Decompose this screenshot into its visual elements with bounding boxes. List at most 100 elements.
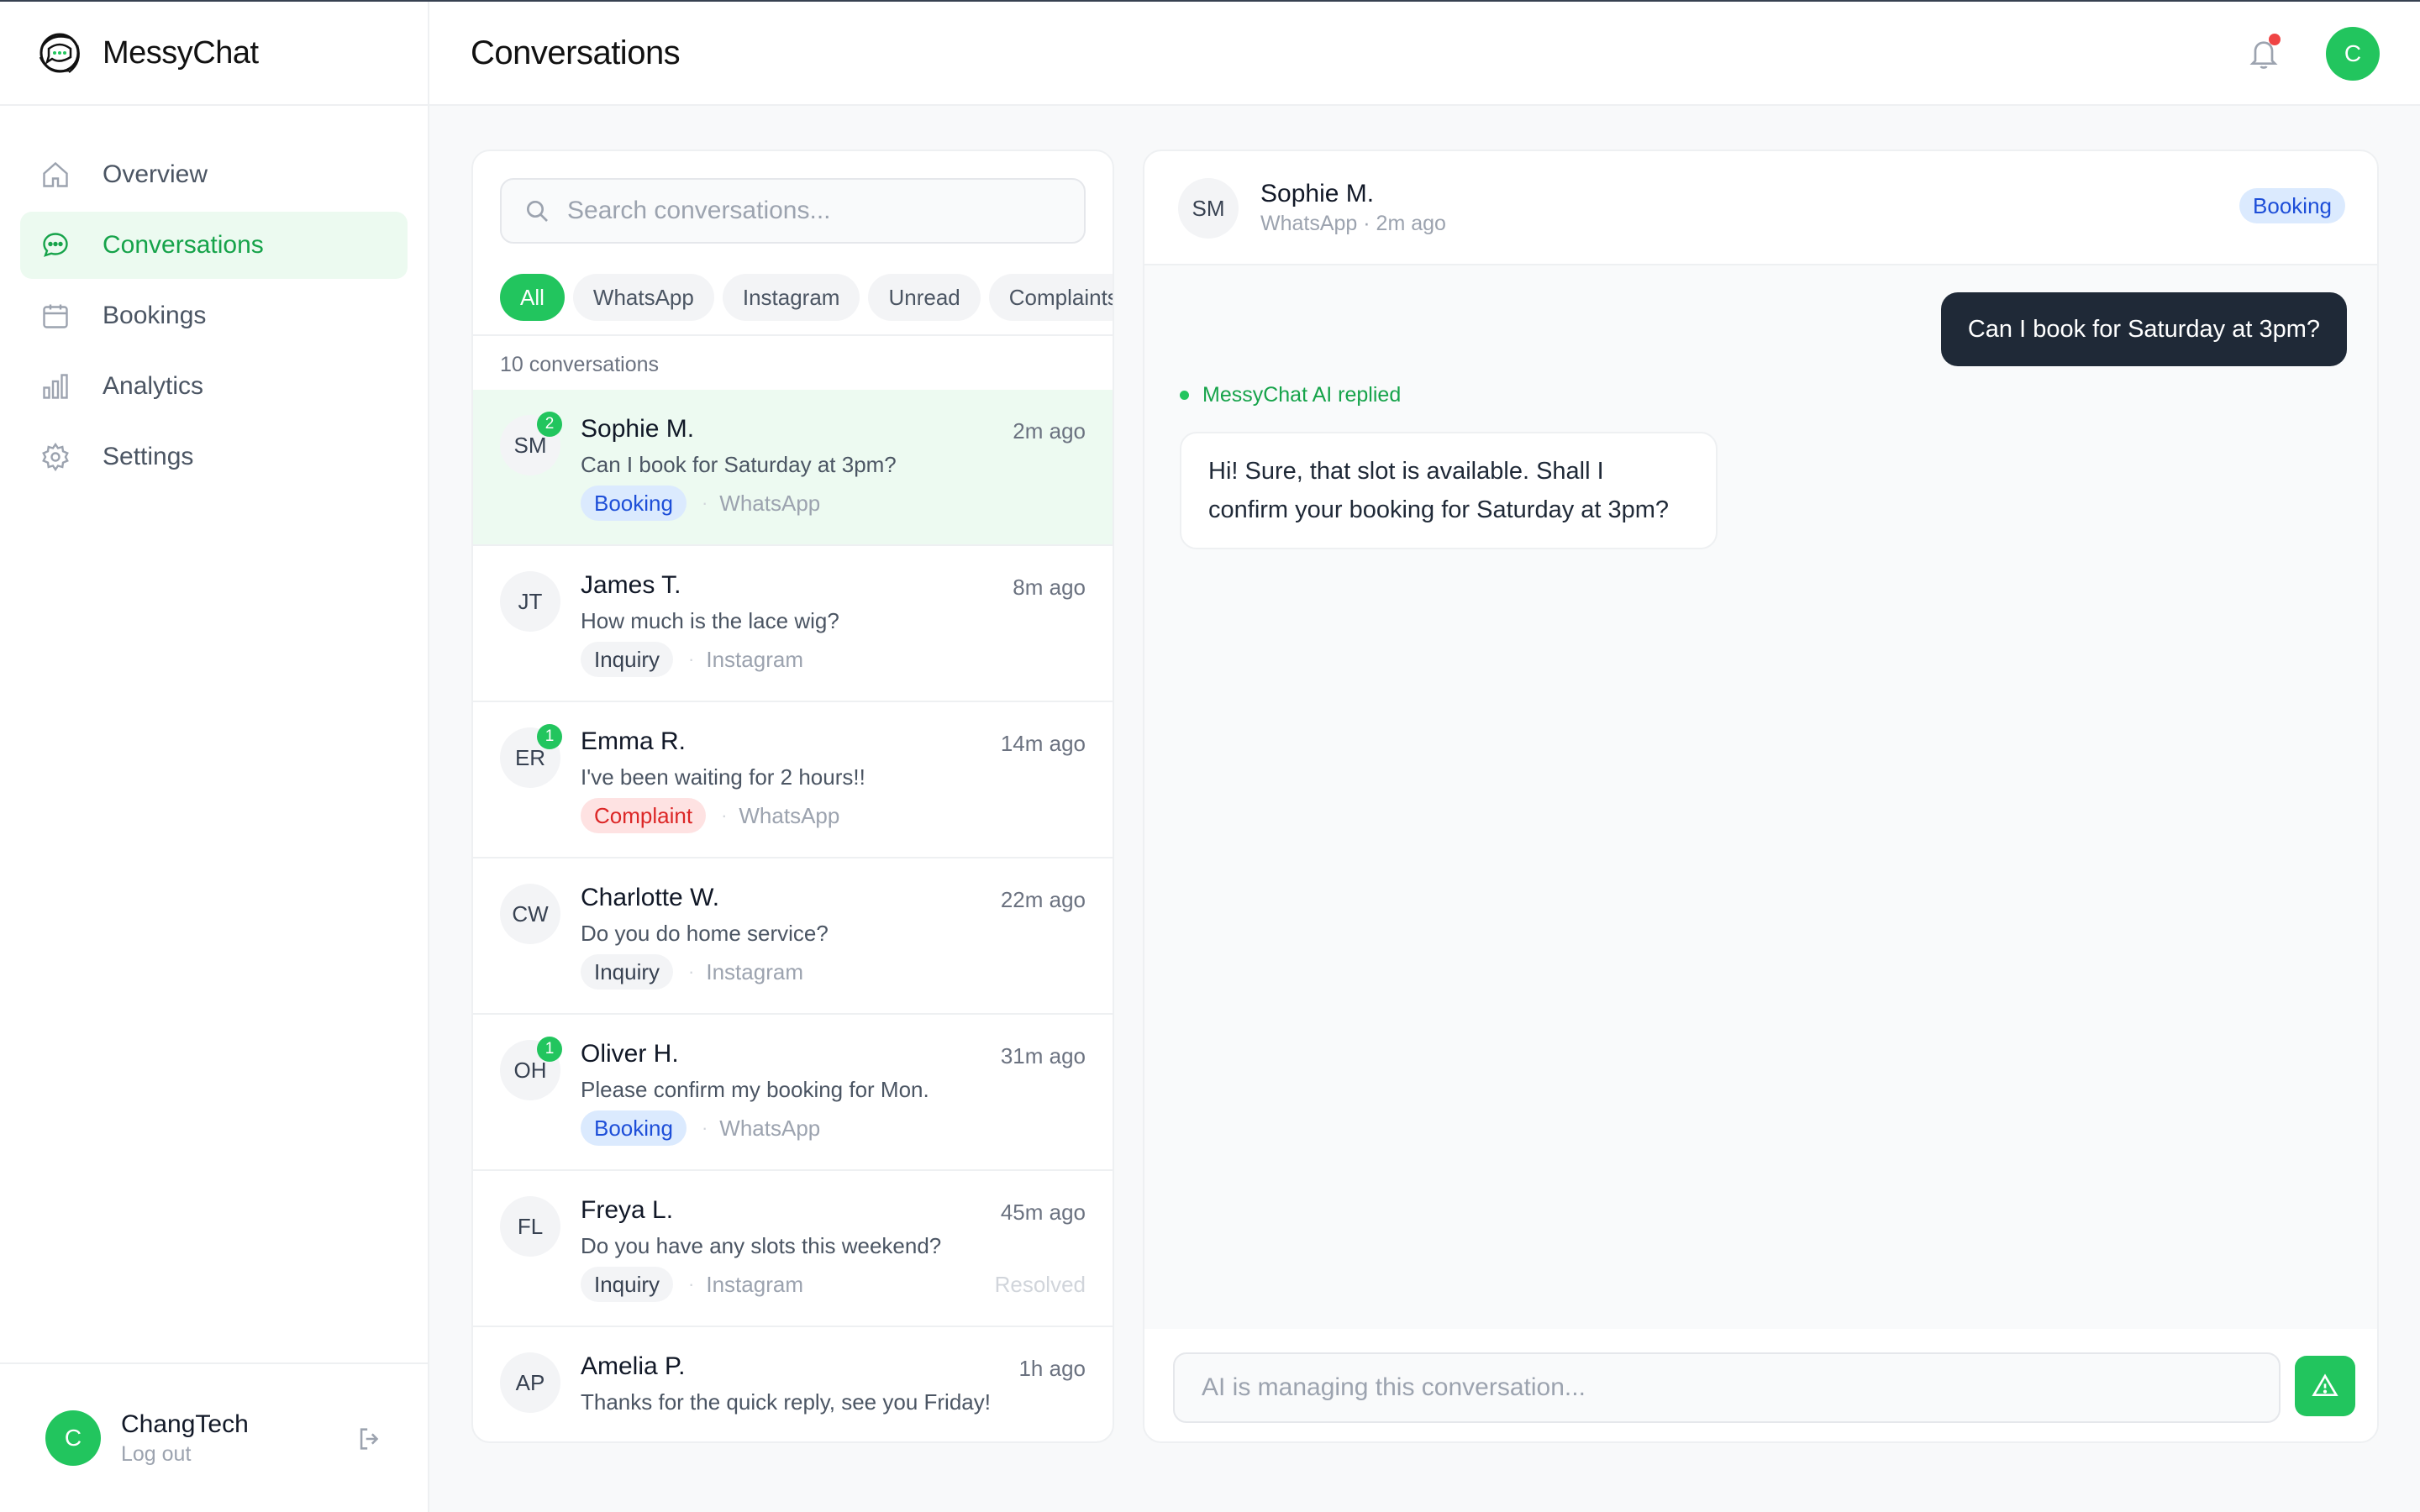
- tag-row: Complaint · WhatsApp: [581, 798, 839, 833]
- separator: ·: [688, 961, 695, 982]
- logout-link[interactable]: Log out: [121, 1442, 249, 1467]
- filter-all[interactable]: All: [500, 274, 565, 321]
- sidebar-item-overview[interactable]: Overview: [20, 141, 408, 208]
- contact-name: James T.: [581, 571, 681, 599]
- message-preview: Do you have any slots this weekend?: [581, 1233, 942, 1258]
- home-icon: [40, 160, 71, 190]
- timestamp: 22m ago: [1000, 887, 1086, 912]
- tag-row: Booking · WhatsApp: [581, 1110, 820, 1146]
- user-name: ChangTech: [121, 1410, 249, 1438]
- tag-row: Booking · WhatsApp: [581, 486, 820, 521]
- status-dot: [1180, 391, 1189, 400]
- user-profile: C ChangTech Log out: [0, 1362, 428, 1512]
- filter-unread[interactable]: Unread: [868, 274, 981, 321]
- separator: ·: [701, 492, 708, 513]
- filter-chips: All WhatsApp Instagram Unread Complaints: [500, 274, 1113, 321]
- sidebar: MessyChat Overview Conversations Booking…: [0, 2, 429, 1512]
- message-preview: I've been waiting for 2 hours!!: [581, 764, 865, 790]
- timestamp: 2m ago: [1013, 418, 1086, 444]
- conversation-item[interactable]: AP Amelia P. 1h ago Thanks for the quick…: [473, 1327, 1113, 1441]
- contact-name: Charlotte W.: [581, 884, 720, 911]
- avatar: CW: [500, 884, 560, 944]
- timestamp: 1h ago: [1018, 1356, 1086, 1381]
- chat-header: SM Sophie M. WhatsApp · 2m ago Booking: [1144, 151, 2377, 265]
- category-tag: Complaint: [581, 798, 707, 833]
- sidebar-item-label: Analytics: [103, 372, 204, 400]
- chat-icon: [40, 230, 71, 260]
- timestamp: 45m ago: [1000, 1200, 1086, 1225]
- tag-row: Inquiry · Instagram: [581, 1267, 803, 1302]
- sidebar-item-label: Conversations: [103, 231, 264, 259]
- message-preview: Do you do home service?: [581, 921, 829, 946]
- category-tag: Inquiry: [581, 1267, 674, 1302]
- category-tag: Booking: [2239, 188, 2345, 223]
- notification-dot: [2269, 34, 2281, 45]
- message-preview: Please confirm my booking for Mon.: [581, 1077, 929, 1102]
- avatar[interactable]: C: [45, 1410, 101, 1466]
- brand[interactable]: MessyChat: [0, 2, 428, 106]
- brand-name: MessyChat: [103, 34, 259, 71]
- ai-reply-text: MessyChat AI replied: [1202, 383, 1402, 407]
- unread-badge: 1: [537, 1037, 562, 1062]
- sidebar-item-label: Bookings: [103, 302, 207, 329]
- channel-label: Instagram: [706, 646, 803, 672]
- message-thread: Can I book for Saturday at 3pm? MessyCha…: [1144, 265, 2377, 1332]
- composer: [1144, 1329, 2377, 1441]
- tag-row: Inquiry · Instagram: [581, 642, 803, 677]
- conversation-item[interactable]: JT James T. 8m ago How much is the lace …: [473, 546, 1113, 702]
- sidebar-item-bookings[interactable]: Bookings: [20, 282, 408, 349]
- conversation-count: 10 conversations: [500, 353, 660, 376]
- avatar: FL: [500, 1196, 560, 1257]
- contact-name: Sophie M.: [581, 415, 695, 443]
- timestamp: 8m ago: [1013, 575, 1086, 600]
- contact-name: Freya L.: [581, 1196, 674, 1224]
- warning-icon: [2312, 1373, 2338, 1396]
- message-preview: Can I book for Saturday at 3pm?: [581, 452, 897, 477]
- filter-complaints[interactable]: Complaints: [988, 274, 1113, 321]
- separator: ·: [688, 648, 695, 669]
- incoming-message: Hi! Sure, that slot is available. Shall …: [1180, 432, 1718, 549]
- filter-instagram[interactable]: Instagram: [722, 274, 860, 321]
- message-preview: Thanks for the quick reply, see you Frid…: [581, 1389, 991, 1415]
- search-input[interactable]: [567, 197, 1071, 225]
- conversation-item[interactable]: CW Charlotte W. 22m ago Do you do home s…: [473, 858, 1113, 1015]
- avatar: JT: [500, 571, 560, 632]
- sidebar-item-conversations[interactable]: Conversations: [20, 212, 408, 279]
- sidebar-item-label: Settings: [103, 443, 194, 470]
- contact-name: Oliver H.: [581, 1040, 679, 1068]
- channel-label: Instagram: [706, 1271, 803, 1297]
- chat-panel: SM Sophie M. WhatsApp · 2m ago Booking C…: [1143, 150, 2379, 1443]
- gear-icon: [40, 442, 71, 472]
- logout-icon[interactable]: [355, 1425, 384, 1453]
- search-box[interactable]: [500, 178, 1086, 244]
- sidebar-item-analytics[interactable]: Analytics: [20, 353, 408, 420]
- outgoing-message: Can I book for Saturday at 3pm?: [1940, 292, 2347, 366]
- conversation-item[interactable]: SM 2 Sophie M. 2m ago Can I book for Sat…: [473, 390, 1113, 546]
- sidebar-item-settings[interactable]: Settings: [20, 423, 408, 491]
- sidebar-nav: Overview Conversations Bookings Analytic…: [0, 106, 428, 491]
- contact-name: Emma R.: [581, 727, 687, 755]
- bar-chart-icon: [40, 371, 71, 402]
- user-info: ChangTech Log out: [121, 1410, 249, 1467]
- message-input[interactable]: [1173, 1352, 2281, 1423]
- filter-whatsapp[interactable]: WhatsApp: [572, 274, 714, 321]
- page-title: Conversations: [471, 34, 681, 71]
- timestamp: 31m ago: [1000, 1043, 1086, 1068]
- contact-subtitle: WhatsApp · 2m ago: [1260, 212, 1446, 235]
- contact-name: Sophie M.: [1260, 180, 1375, 207]
- message-preview: How much is the lace wig?: [581, 608, 839, 633]
- conversation-item[interactable]: ER 1 Emma R. 14m ago I've been waiting f…: [473, 702, 1113, 858]
- avatar: AP: [500, 1352, 560, 1413]
- category-tag: Inquiry: [581, 954, 674, 990]
- conversation-item[interactable]: FL Freya L. 45m ago Do you have any slot…: [473, 1171, 1113, 1327]
- conversation-item[interactable]: OH 1 Oliver H. 31m ago Please confirm my…: [473, 1015, 1113, 1171]
- category-tag: Booking: [581, 486, 687, 521]
- ai-reply-label: MessyChat AI replied: [1180, 383, 1401, 407]
- channel-label: Instagram: [706, 958, 803, 984]
- messychat-logo-icon: [39, 33, 80, 73]
- send-button[interactable]: [2295, 1356, 2355, 1416]
- header-avatar[interactable]: C: [2326, 27, 2380, 81]
- contact-name: Amelia P.: [581, 1352, 686, 1380]
- separator: ·: [721, 805, 728, 826]
- top-header: Conversations C: [429, 2, 2420, 106]
